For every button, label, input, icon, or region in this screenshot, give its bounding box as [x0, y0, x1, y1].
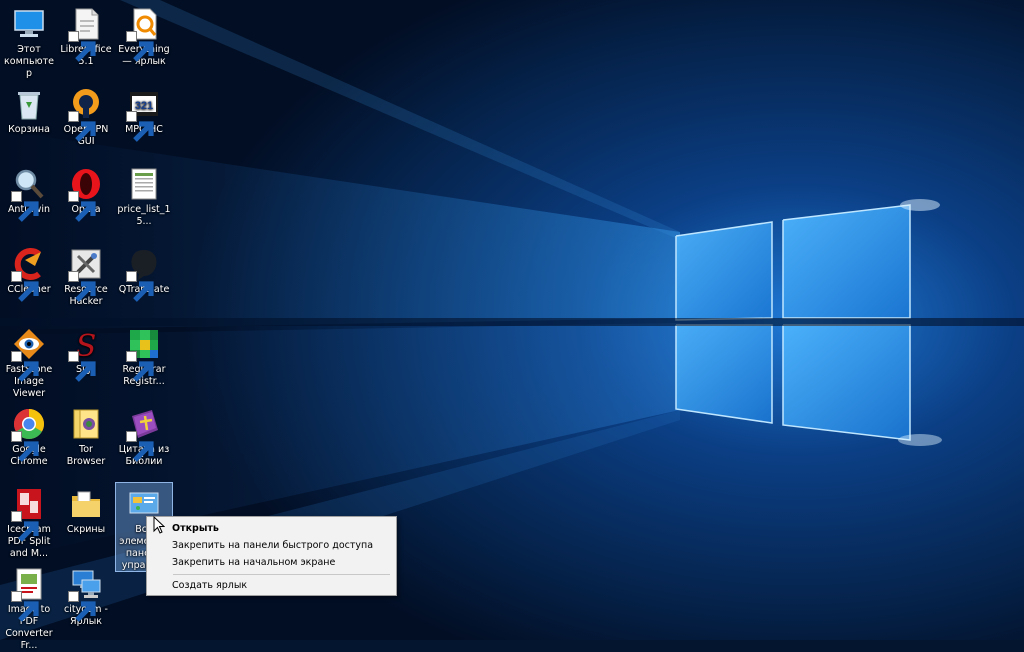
desktop-icon-tor-browser[interactable]: Tor Browser	[58, 406, 114, 468]
spreadsheet-icon	[126, 166, 162, 202]
shortcut-arrow-icon	[11, 191, 39, 222]
desktop-icon-image-to-pdf[interactable]: Image to PDF Converter Fr...	[1, 566, 57, 652]
shortcut-arrow-icon	[68, 191, 96, 222]
desktop-icon-libreoffice[interactable]: LibreOffice 5.1	[58, 6, 114, 68]
menu-item-pin-start[interactable]: Закрепить на начальном экране	[148, 554, 395, 571]
everything-icon	[126, 6, 162, 62]
mouse-cursor-icon	[153, 516, 165, 534]
ccleaner-icon	[11, 246, 47, 302]
desktop-icon-label: Скрины	[66, 524, 106, 535]
shortcut-arrow-icon	[126, 351, 154, 382]
faststone-icon	[11, 326, 47, 382]
desktop-icon-label: Tor Browser	[66, 444, 106, 467]
desktop-icon-citycom[interactable]: citycom - Ярлык	[58, 566, 114, 628]
shortcut-arrow-icon	[11, 431, 39, 462]
desktop-icon-this-pc[interactable]: Этот компьютер	[1, 6, 57, 80]
shortcut-arrow-icon	[11, 511, 39, 542]
desktop-icon-opera[interactable]: Opera	[58, 166, 114, 222]
shortcut-arrow-icon	[126, 271, 154, 302]
image-to-pdf-icon	[11, 566, 47, 622]
shortcut-arrow-icon	[68, 31, 96, 62]
tor-browser-icon	[68, 406, 104, 442]
desktop-icon-everything[interactable]: Everything — ярлык	[116, 6, 172, 68]
shortcut-arrow-icon	[68, 271, 96, 302]
resource-hacker-icon	[68, 246, 104, 302]
opera-icon	[68, 166, 104, 222]
shortcut-arrow-icon	[68, 591, 96, 622]
folder-icon	[68, 486, 104, 522]
desktop-icon-price-list[interactable]: price_list_15...	[116, 166, 172, 228]
desktop-icon-label: price_list_15...	[117, 204, 171, 227]
libreoffice-icon	[68, 6, 104, 62]
recycle-bin-icon	[11, 86, 47, 122]
desktop-icon-resource-hacker[interactable]: Resource Hacker	[58, 246, 114, 308]
mpc-hc-icon: 321	[126, 86, 162, 142]
shortcut-arrow-icon	[11, 591, 39, 622]
desktop-icon-qtranslate[interactable]: QTranslate	[116, 246, 172, 302]
registrar-icon	[126, 326, 162, 382]
desktop-icon-google-chrome[interactable]: Google Chrome	[1, 406, 57, 468]
desktop-icon-registrar[interactable]: Registrar Registr...	[116, 326, 172, 388]
chrome-icon	[11, 406, 47, 462]
desktop-icon-label: Этот компьютер	[4, 44, 54, 79]
desktop-icon-openvpn[interactable]: OpenVPN GUI	[58, 86, 114, 148]
svg-text:321: 321	[135, 100, 153, 112]
shortcut-arrow-icon	[126, 431, 154, 462]
anti-twin-icon	[11, 166, 47, 222]
desktop-icon-ccleaner[interactable]: CCleaner	[1, 246, 57, 302]
icecream-pdf-icon	[11, 486, 47, 542]
desktop-icon-sigil[interactable]: S Sigil	[58, 326, 114, 382]
shortcut-arrow-icon	[68, 111, 96, 142]
menu-item-create-shortcut[interactable]: Создать ярлык	[148, 577, 395, 594]
menu-item-open[interactable]: Открыть	[148, 520, 395, 537]
shortcut-arrow-icon	[11, 271, 39, 302]
desktop-icon-anti-twin[interactable]: Anti-Twin	[1, 166, 57, 222]
desktop-icon-label: Корзина	[8, 124, 50, 135]
computer-icon	[11, 6, 47, 42]
qtranslate-icon	[126, 246, 162, 302]
context-menu: Открыть Закрепить на панели быстрого дос…	[146, 516, 397, 596]
openvpn-icon	[68, 86, 104, 142]
sigil-icon: S	[68, 326, 104, 382]
network-computer-icon	[68, 566, 104, 622]
desktop-icon-icecream-pdf[interactable]: Icecream PDF Split and M...	[1, 486, 57, 560]
desktop-icon-screenshots-folder[interactable]: Скрины	[58, 486, 114, 536]
desktop-icon-faststone[interactable]: FastStone Image Viewer	[1, 326, 57, 400]
menu-separator	[173, 574, 390, 575]
bible-quote-icon	[126, 406, 162, 462]
shortcut-arrow-icon	[11, 351, 39, 382]
shortcut-arrow-icon	[126, 111, 154, 142]
shortcut-arrow-icon	[126, 31, 154, 62]
desktop-icon-mpc-hc[interactable]: 321 MPC-HC	[116, 86, 172, 142]
desktop-icon-bible-quote[interactable]: Цитата из Библии	[116, 406, 172, 468]
menu-item-pin-quick-access[interactable]: Закрепить на панели быстрого доступа	[148, 537, 395, 554]
shortcut-arrow-icon	[68, 351, 96, 382]
desktop-icon-recycle-bin[interactable]: Корзина	[1, 86, 57, 136]
